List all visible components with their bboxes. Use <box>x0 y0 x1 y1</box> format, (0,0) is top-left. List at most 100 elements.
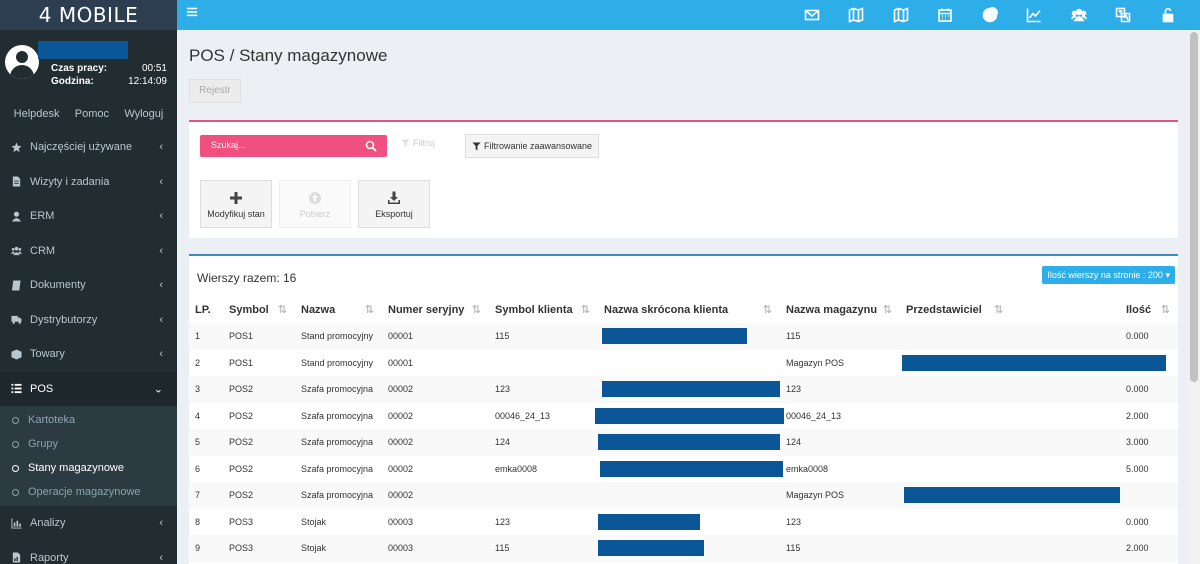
sort-icon[interactable]: ⇅ <box>472 303 481 316</box>
table-cell <box>598 482 780 509</box>
table-cell: 115 <box>780 323 900 350</box>
table-cell: POS3 <box>223 535 295 562</box>
sidebar-item-favorites[interactable]: Najczęściej używane ‹ <box>0 130 177 165</box>
sort-icon[interactable]: ⇅ <box>278 303 287 316</box>
table-row[interactable]: 4 POS2 Szafa promocyjna 00002 00046_24_13 000… <box>189 403 1178 430</box>
translate-icon[interactable] <box>1101 0 1146 30</box>
logout-link[interactable]: Wyloguj <box>124 108 163 120</box>
rows-per-page-dropdown[interactable]: Ilość wierszy na stronie : 200 ▾ <box>1042 266 1175 284</box>
sort-icon[interactable]: ⇅ <box>994 303 1003 316</box>
submenu-item-stock-operations[interactable]: Operacje magazynowe <box>0 480 177 504</box>
table-cell: Stojak <box>301 516 327 527</box>
table-cell: POS1 <box>223 323 295 350</box>
column-header[interactable]: Nazwa magazynu ⇅ <box>780 296 900 323</box>
sort-icon[interactable]: ⇅ <box>365 303 374 316</box>
scrollbar-thumb[interactable] <box>1190 32 1198 382</box>
rejestr-button[interactable]: Rejestr <box>189 79 241 103</box>
search-input[interactable]: Szukaj... <box>200 135 387 157</box>
table-row[interactable]: 6 POS2 Szafa promocyjna 00002 emka0008 emka00… <box>189 456 1178 483</box>
mail-icon[interactable] <box>790 0 835 30</box>
sort-icon[interactable]: ⇅ <box>763 303 772 316</box>
column-header[interactable]: Symbol klienta ⇅ <box>489 296 598 323</box>
column-header[interactable]: Nazwa skrócona klienta ⇅ <box>598 296 780 323</box>
table-cell: 00001 <box>388 357 414 368</box>
submenu-item-stock-levels[interactable]: Stany magazynowe <box>0 456 177 480</box>
list-icon <box>10 383 22 395</box>
sort-icon[interactable]: ⇅ <box>883 303 892 316</box>
table-row[interactable]: 5 POS2 Szafa promocyjna 00002 124 124 3.000 <box>189 429 1178 456</box>
main-content: POS / Stany magazynowe Rejestr Szukaj...… <box>177 30 1188 564</box>
search-icon[interactable] <box>365 140 377 152</box>
clock-value: 12:14:09 <box>128 76 167 87</box>
column-header[interactable]: Symbol ⇅ <box>223 296 295 323</box>
chevron-left-icon: ‹ <box>159 348 163 361</box>
column-header[interactable]: Numer seryjny ⇅ <box>382 296 489 323</box>
unlock-icon[interactable] <box>1146 0 1191 30</box>
table-cell: emka0008 <box>495 463 538 474</box>
sidebar-item-distributors[interactable]: Dystrybutorzy ‹ <box>0 303 177 338</box>
stock-table: LP. Symbol ⇅ Nazwa ⇅ Numer seryjny ⇅ Symbol… <box>189 296 1178 562</box>
modify-stock-button[interactable]: Modyfikuj stan <box>200 180 272 228</box>
top-navbar: 4 MOBILE POWER <box>0 0 1200 57</box>
helpdesk-link[interactable]: Helpdesk <box>14 108 60 120</box>
sort-icon[interactable]: ⇅ <box>581 303 590 316</box>
help-link[interactable]: Pomoc <box>75 108 109 120</box>
page-scrollbar[interactable] <box>1188 30 1200 564</box>
table-row[interactable]: 7 POS2 Szafa promocyjna 00002 Magazyn POS <box>189 482 1178 509</box>
download-button[interactable]: Pobierz <box>279 180 351 228</box>
line-chart-icon[interactable] <box>1012 0 1057 30</box>
sidebar-item-products[interactable]: Towary ‹ <box>0 337 177 372</box>
file-icon <box>10 176 22 188</box>
user-icon <box>10 210 22 222</box>
chevron-down-icon: ⌄ <box>153 383 163 396</box>
calendar-icon[interactable] <box>923 0 968 30</box>
toolbar-box: Szukaj... Filtruj Filtrowanie zaawansowa… <box>189 120 1178 238</box>
hamburger-menu-icon[interactable] <box>186 6 200 20</box>
filter-button[interactable]: Filtruj <box>401 138 435 148</box>
chevron-left-icon: ‹ <box>159 175 163 188</box>
table-row[interactable]: 3 POS2 Szafa promocyjna 00002 123 123 0.000 <box>189 376 1178 403</box>
sidebar-item-visits[interactable]: Wizyty i zadania ‹ <box>0 165 177 200</box>
table-cell: POS2 <box>223 482 295 509</box>
chevron-left-icon: ‹ <box>159 313 163 326</box>
map-alt-icon[interactable] <box>879 0 924 30</box>
redaction-bar <box>595 407 784 424</box>
sidebar-item-erm[interactable]: ERM ‹ <box>0 199 177 234</box>
column-header[interactable]: Ilość ⇅ <box>1120 296 1178 323</box>
sort-icon[interactable]: ⇅ <box>1161 303 1170 316</box>
redaction-bar <box>598 513 700 530</box>
chevron-left-icon: ‹ <box>159 551 163 564</box>
table-row[interactable]: 1 POS1 Stand promocyjny 00001 115 115 0.000 <box>189 323 1178 350</box>
table-cell <box>900 403 1120 430</box>
sidebar-item-pos[interactable]: POS ⌄ <box>0 371 177 406</box>
column-header[interactable]: Nazwa ⇅ <box>295 296 382 323</box>
sidebar-item-reports[interactable]: Raporty ‹ <box>0 541 177 564</box>
sidebar-item-analyses[interactable]: Analizy ‹ <box>0 506 177 541</box>
caret-down-icon: ▾ <box>1165 270 1170 280</box>
table-cell: 123 <box>489 376 598 403</box>
app-logo[interactable]: 4 MOBILE POWER <box>0 0 177 57</box>
table-cell: 3 <box>189 376 223 403</box>
table-cell <box>595 403 784 430</box>
export-button[interactable]: Eksportuj <box>358 180 430 228</box>
redaction-bar <box>602 328 747 344</box>
sidebar-item-crm[interactable]: CRM ‹ <box>0 234 177 269</box>
pos-submenu: Kartoteka Grupy Stany magazynowe Operacj… <box>0 406 177 506</box>
table-row[interactable]: 8 POS3 Stojak 00003 123 123 0.000 <box>189 509 1178 536</box>
search-placeholder: Szukaj... <box>211 140 246 150</box>
advanced-filter-button[interactable]: Filtrowanie zaawansowane <box>465 134 600 158</box>
users-icon[interactable] <box>1057 0 1102 30</box>
table-cell <box>598 323 780 350</box>
map-icon[interactable] <box>834 0 879 30</box>
pie-chart-icon[interactable] <box>968 0 1013 30</box>
submenu-item-groups[interactable]: Grupy <box>0 432 177 456</box>
column-header: LP. <box>195 303 211 316</box>
column-header[interactable]: Przedstawiciel ⇅ <box>900 296 1120 323</box>
arrow-up-circle-icon <box>309 192 321 204</box>
table-row[interactable]: 2 POS1 Stand promocyjny 00001 Magazyn POS <box>189 350 1178 377</box>
table-cell: Szafa promocyjna <box>295 482 382 509</box>
submenu-item-kartoteka[interactable]: Kartoteka <box>0 408 177 432</box>
sidebar-item-documents[interactable]: Dokumenty ‹ <box>0 268 177 303</box>
table-cell <box>598 535 780 562</box>
table-row[interactable]: 9 POS3 Stojak 00003 115 115 2.000 <box>189 535 1178 562</box>
